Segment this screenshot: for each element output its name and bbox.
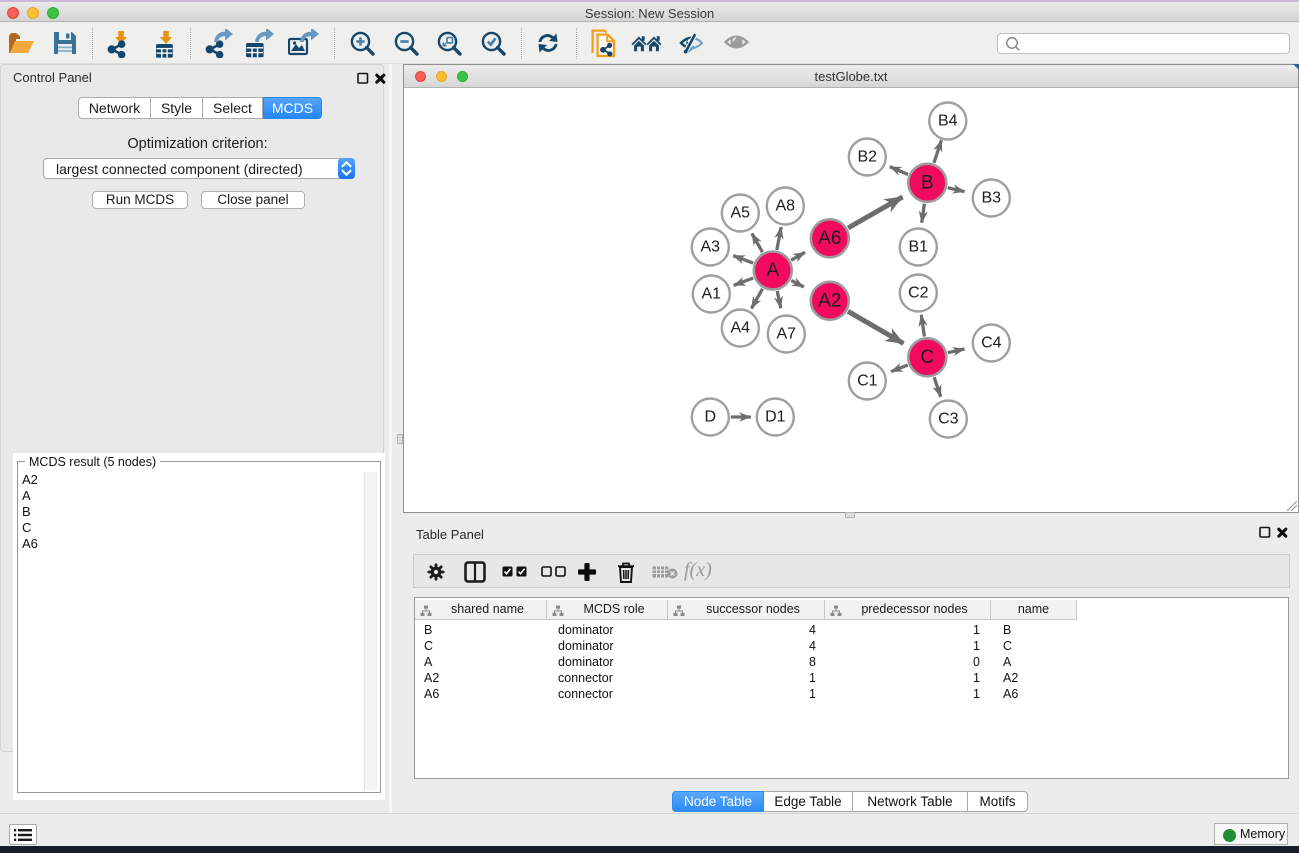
svg-text:D: D [705,409,717,426]
svg-text:B1: B1 [909,239,929,256]
svg-text:A5: A5 [731,205,751,222]
svg-text:A6: A6 [818,228,841,249]
svg-text:A4: A4 [731,320,751,337]
svg-text:B3: B3 [982,190,1002,207]
svg-text:A7: A7 [777,326,797,343]
svg-text:C: C [920,347,934,368]
svg-text:B2: B2 [858,149,878,166]
svg-text:C1: C1 [857,373,878,390]
svg-text:B4: B4 [938,113,958,130]
svg-text:A2: A2 [818,290,841,311]
svg-text:A3: A3 [701,239,721,256]
svg-text:C2: C2 [908,285,929,302]
svg-text:C3: C3 [938,411,959,428]
svg-text:B: B [921,172,934,193]
svg-text:D1: D1 [765,409,786,426]
svg-text:A1: A1 [702,286,722,303]
svg-text:A8: A8 [776,198,796,215]
svg-text:A: A [766,260,779,281]
svg-text:C4: C4 [981,335,1002,352]
